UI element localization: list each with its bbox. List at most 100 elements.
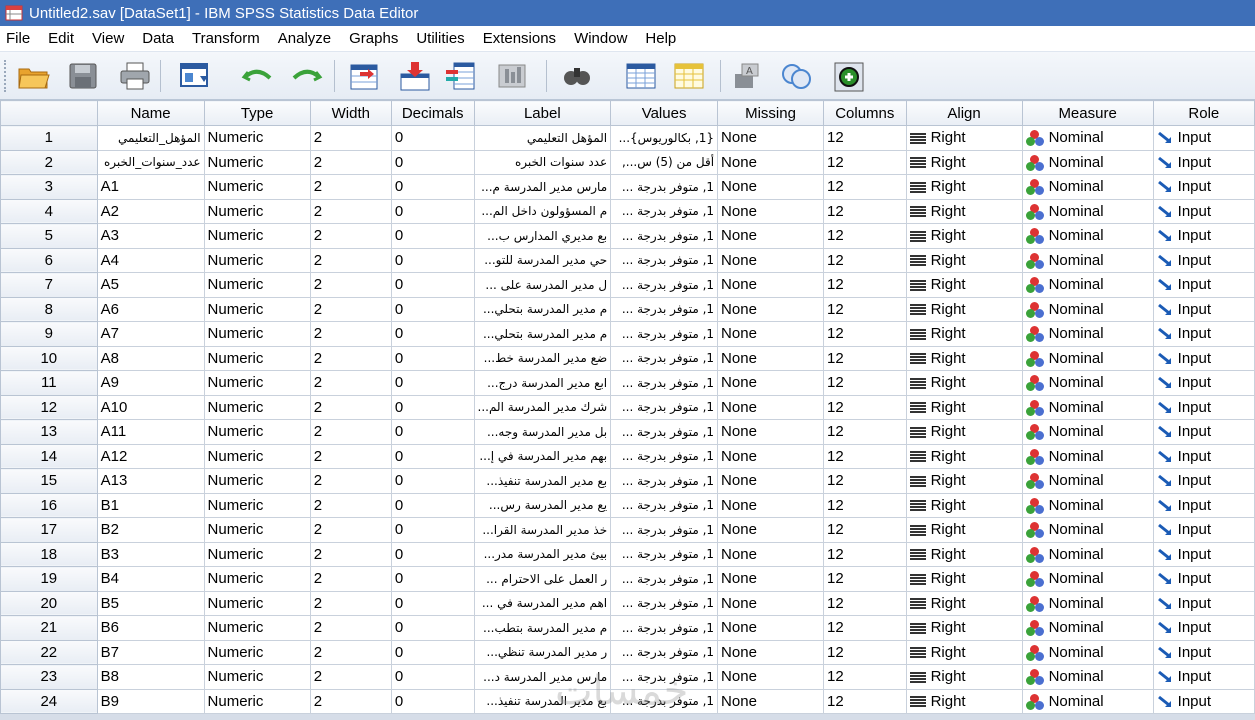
cell-type[interactable]: Numeric [203,419,311,445]
cell-name[interactable]: B1 [96,492,205,518]
row-number[interactable]: 24 [0,688,98,714]
cell-measure[interactable]: Nominal [1021,492,1154,518]
cell-dec[interactable]: 0 [390,321,475,347]
cell-width[interactable]: 2 [309,125,392,151]
cell-align[interactable]: Right [905,321,1023,347]
cell-missing[interactable]: None [717,517,825,543]
cell-measure[interactable]: Nominal [1021,590,1154,616]
open-icon[interactable] [14,58,52,94]
cell-measure[interactable]: Nominal [1021,223,1154,249]
cell-values[interactable]: أقل من (5) س..., [610,149,719,175]
cell-width[interactable]: 2 [309,443,392,469]
cell-name[interactable]: A11 [96,419,205,445]
menu-transform[interactable]: Transform [186,30,272,47]
cell-name[interactable]: A13 [96,468,205,494]
cell-type[interactable]: Numeric [203,443,311,469]
cell-label[interactable]: بهم مدير المدرسة في إ... [473,443,612,469]
cell-role[interactable]: Input [1152,370,1255,396]
cell-values[interactable]: 1, متوفر بدرجة ... [610,615,719,641]
cell-dec[interactable]: 0 [390,541,475,567]
split-file-icon[interactable]: A [730,58,768,94]
row-number[interactable]: 7 [0,272,98,298]
cell-align[interactable]: Right [905,688,1023,714]
cell-values[interactable]: 1, متوفر بدرجة ... [610,321,719,347]
cell-type[interactable]: Numeric [203,468,311,494]
cell-cols[interactable]: 12 [823,492,907,518]
row-number[interactable]: 9 [0,321,98,347]
cell-name[interactable]: A4 [96,247,205,273]
column-header-missing[interactable]: Missing [717,100,825,126]
cell-type[interactable]: Numeric [203,174,311,200]
cell-type[interactable]: Numeric [203,517,311,543]
run-descriptives-icon[interactable] [494,58,532,94]
cell-name[interactable]: A3 [96,223,205,249]
menu-analyze[interactable]: Analyze [272,30,343,47]
cell-missing[interactable]: None [717,664,825,690]
cell-missing[interactable]: None [717,492,825,518]
cell-cols[interactable]: 12 [823,443,907,469]
cell-label[interactable]: عدد سنوات الخبره [473,149,612,175]
cell-align[interactable]: Right [905,345,1023,371]
cell-missing[interactable]: None [717,639,825,665]
cell-dec[interactable]: 0 [390,517,475,543]
cell-cols[interactable]: 12 [823,468,907,494]
cell-missing[interactable]: None [717,370,825,396]
cell-type[interactable]: Numeric [203,272,311,298]
cell-role[interactable]: Input [1152,517,1255,543]
cell-values[interactable]: 1, متوفر بدرجة ... [610,247,719,273]
cell-measure[interactable]: Nominal [1021,615,1154,641]
cell-align[interactable]: Right [905,370,1023,396]
cell-align[interactable]: Right [905,125,1023,151]
cell-width[interactable]: 2 [309,247,392,273]
column-header-type[interactable]: Type [203,100,311,126]
row-number[interactable]: 23 [0,664,98,690]
cell-name[interactable]: A9 [96,370,205,396]
cell-type[interactable]: Numeric [203,296,311,322]
cell-name[interactable]: A5 [96,272,205,298]
cell-measure[interactable]: Nominal [1021,517,1154,543]
cell-missing[interactable]: None [717,321,825,347]
cell-type[interactable]: Numeric [203,198,311,224]
cell-role[interactable]: Input [1152,345,1255,371]
menu-help[interactable]: Help [639,30,688,47]
menu-edit[interactable]: Edit [42,30,86,47]
row-number[interactable]: 20 [0,590,98,616]
row-number[interactable]: 14 [0,443,98,469]
cell-width[interactable]: 2 [309,370,392,396]
cell-align[interactable]: Right [905,247,1023,273]
cell-width[interactable]: 2 [309,639,392,665]
cell-missing[interactable]: None [717,296,825,322]
cell-values[interactable]: {1, بكالوريوس}... [610,125,719,151]
cell-missing[interactable]: None [717,566,825,592]
cell-missing[interactable]: None [717,394,825,420]
row-number[interactable]: 18 [0,541,98,567]
cell-type[interactable]: Numeric [203,541,311,567]
cell-width[interactable]: 2 [309,321,392,347]
cell-name[interactable]: A10 [96,394,205,420]
cell-role[interactable]: Input [1152,664,1255,690]
column-header-width[interactable]: Width [309,100,392,126]
cell-measure[interactable]: Nominal [1021,198,1154,224]
column-header-align[interactable]: Align [905,100,1023,126]
cell-align[interactable]: Right [905,223,1023,249]
cell-missing[interactable]: None [717,223,825,249]
cell-cols[interactable]: 12 [823,590,907,616]
cell-dec[interactable]: 0 [390,615,475,641]
cell-missing[interactable]: None [717,198,825,224]
column-header-name[interactable]: Name [96,100,205,126]
cell-values[interactable]: 1, متوفر بدرجة ... [610,198,719,224]
cell-align[interactable]: Right [905,566,1023,592]
cell-width[interactable]: 2 [309,541,392,567]
row-number[interactable]: 22 [0,639,98,665]
row-number[interactable]: 1 [0,125,98,151]
cell-label[interactable]: م مدير المدرسة بتطب... [473,615,612,641]
cell-role[interactable]: Input [1152,394,1255,420]
column-header-decimals[interactable]: Decimals [390,100,475,126]
row-number[interactable]: 12 [0,394,98,420]
cell-cols[interactable]: 12 [823,517,907,543]
cell-role[interactable]: Input [1152,615,1255,641]
cell-width[interactable]: 2 [309,664,392,690]
cell-dec[interactable]: 0 [390,639,475,665]
cell-type[interactable]: Numeric [203,639,311,665]
cell-width[interactable]: 2 [309,223,392,249]
